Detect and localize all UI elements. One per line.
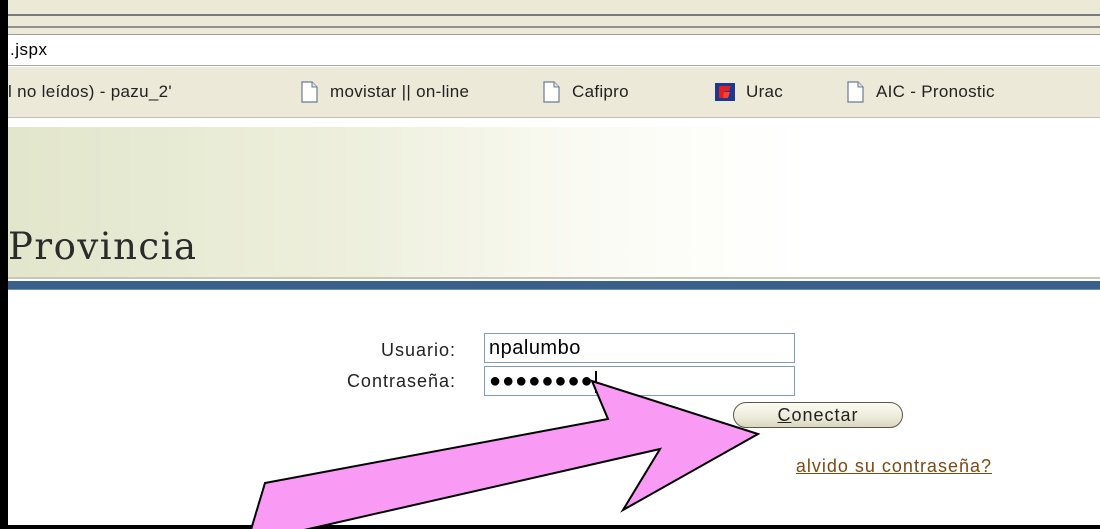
window-frame-left	[0, 0, 8, 529]
browser-window: .jspx l no leídos) - pazu_2' movistar ||…	[0, 0, 1100, 529]
bookmark-label: AIC - Pronostic	[876, 82, 995, 101]
window-chrome-top	[8, 0, 1100, 35]
bookmark-item[interactable]: AIC - Pronostic	[844, 80, 995, 104]
username-field[interactable]: npalumbo	[484, 333, 795, 363]
username-value: npalumbo	[489, 337, 581, 359]
password-field[interactable]: ●●●●●●●●	[484, 366, 795, 396]
connect-button-accesskey: C	[777, 405, 792, 425]
chrome-divider	[8, 14, 1100, 16]
bookmark-item[interactable]: l no leídos) - pazu_2'	[8, 80, 172, 104]
bookmarks-toolbar: l no leídos) - pazu_2' movistar || on-li…	[8, 67, 1100, 118]
connect-button[interactable]: Conectar	[733, 402, 903, 428]
pink-arrow-shape	[250, 379, 761, 529]
address-bar[interactable]: .jspx	[8, 35, 1100, 66]
chrome-divider	[8, 26, 1100, 28]
page-icon	[301, 81, 318, 103]
bookmark-label: movistar || on-line	[330, 82, 470, 101]
forgot-password-link[interactable]: alvido su contraseña?	[560, 456, 992, 477]
bookmark-label: Urac	[746, 82, 784, 101]
password-label: Contraseña:	[346, 371, 456, 391]
bookmark-item[interactable]: movistar || on-line	[298, 80, 469, 104]
address-url-text: .jspx	[10, 40, 48, 59]
bookmark-label: Cafipro	[572, 82, 629, 101]
brand-title: Provincia	[8, 225, 198, 268]
text-caret	[594, 370, 597, 393]
username-label: Usuario:	[380, 340, 456, 360]
bookmark-item[interactable]: Urac	[714, 80, 783, 104]
red-app-icon	[715, 83, 735, 101]
page-icon	[847, 81, 864, 103]
page-icon	[543, 81, 560, 103]
page-header: Provincia	[8, 127, 1100, 277]
header-bar	[8, 281, 1100, 290]
password-mask: ●●●●●●●●	[489, 370, 594, 392]
connect-button-label: onectar	[791, 405, 859, 425]
bookmark-label: l no leídos) - pazu_2'	[8, 82, 172, 101]
header-divider	[8, 277, 1100, 279]
bookmark-item[interactable]: Cafipro	[540, 80, 629, 104]
window-frame-bottom	[0, 525, 1100, 529]
